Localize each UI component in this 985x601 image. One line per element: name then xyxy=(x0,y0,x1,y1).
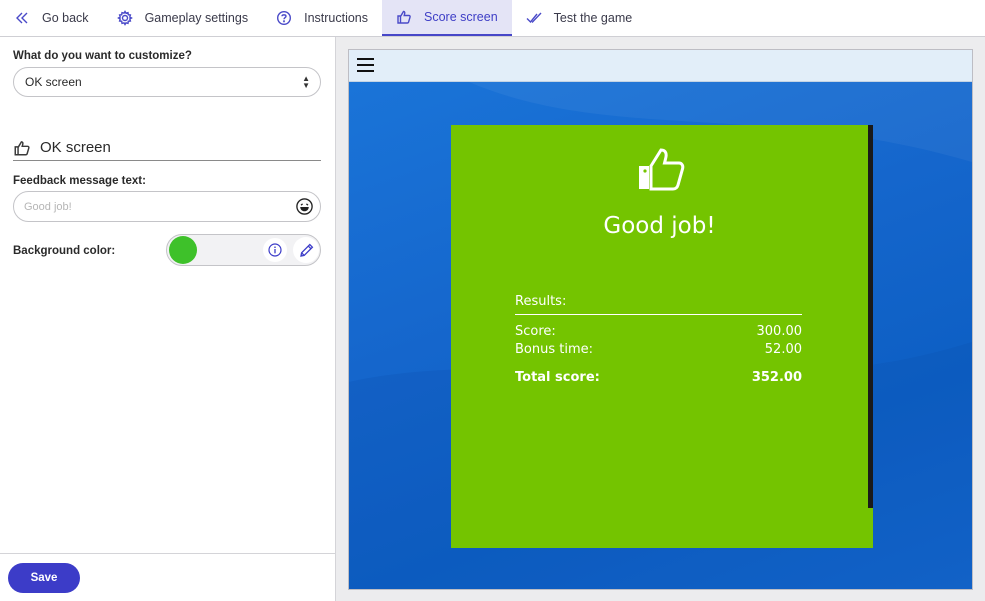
double-check-icon xyxy=(526,12,542,24)
nav-go-back[interactable]: Go back xyxy=(0,0,103,36)
footer-divider xyxy=(0,553,335,554)
feedback-input[interactable]: Good job! xyxy=(13,191,321,222)
feedback-label: Feedback message text: xyxy=(13,175,146,187)
nav-test-the-game[interactable]: Test the game xyxy=(512,0,647,36)
tab-score-screen-label: Score screen xyxy=(424,10,498,24)
info-icon xyxy=(268,243,282,257)
pencil-icon xyxy=(299,243,313,257)
customize-select-value: OK screen xyxy=(25,75,82,89)
save-button[interactable]: Save xyxy=(8,563,80,593)
edit-color-button[interactable] xyxy=(293,237,319,263)
tab-score-screen[interactable]: Score screen xyxy=(382,0,512,36)
select-arrows-icon: ▲ ▼ xyxy=(302,74,310,90)
card-edge xyxy=(868,508,873,548)
preview-toolbar xyxy=(349,50,972,82)
emoji-icon[interactable] xyxy=(295,197,314,216)
total-score-row: Total score: 352.00 xyxy=(515,370,802,385)
bonus-time-value: 52.00 xyxy=(764,342,802,357)
bonus-time-label: Bonus time: xyxy=(515,342,594,357)
customize-select[interactable]: OK screen ▲ ▼ xyxy=(13,67,321,97)
gear-icon xyxy=(116,10,133,26)
score-value: 300.00 xyxy=(756,324,803,339)
score-row: Score: 300.00 xyxy=(515,324,802,339)
chevrons-left-icon xyxy=(16,12,28,24)
hamburger-menu-icon[interactable] xyxy=(357,58,375,74)
results-divider xyxy=(515,314,802,315)
nav-instructions[interactable]: Instructions xyxy=(262,0,382,36)
results-label: Results: xyxy=(515,294,567,309)
preview-frame: Good job! Results: Score: 300.00 Bonus t… xyxy=(348,49,973,590)
bonus-time-row: Bonus time: 52.00 xyxy=(515,342,802,357)
bg-color-label: Background color: xyxy=(13,245,116,257)
info-button[interactable] xyxy=(263,238,287,262)
game-background: Good job! Results: Score: 300.00 Bonus t… xyxy=(349,82,972,589)
feedback-placeholder: Good job! xyxy=(24,200,72,213)
bg-color-picker[interactable] xyxy=(166,234,321,266)
feedback-message: Good job! xyxy=(603,213,716,239)
customize-label: What do you want to customize? xyxy=(13,50,192,62)
total-score-value: 352.00 xyxy=(751,370,802,385)
thumbs-up-icon xyxy=(397,10,411,24)
section-header: OK screen xyxy=(13,135,321,161)
thumbs-up-icon xyxy=(14,140,30,155)
section-title: OK screen xyxy=(40,139,111,156)
color-swatch[interactable] xyxy=(169,236,197,264)
top-nav: Go back Gameplay settings Instructions S… xyxy=(0,0,985,37)
nav-gameplay-settings-label: Gameplay settings xyxy=(144,11,249,25)
score-label: Score: xyxy=(515,324,556,339)
nav-gameplay-settings[interactable]: Gameplay settings xyxy=(103,0,263,36)
nav-test-the-game-label: Test the game xyxy=(553,11,633,25)
total-score-label: Total score: xyxy=(515,370,600,385)
question-circle-icon xyxy=(277,10,292,26)
nav-instructions-label: Instructions xyxy=(304,11,369,25)
thumbs-up-icon xyxy=(639,148,685,191)
settings-panel: What do you want to customize? OK screen… xyxy=(0,37,336,601)
score-card: Good job! Results: Score: 300.00 Bonus t… xyxy=(451,125,873,548)
nav-go-back-label: Go back xyxy=(42,11,89,25)
